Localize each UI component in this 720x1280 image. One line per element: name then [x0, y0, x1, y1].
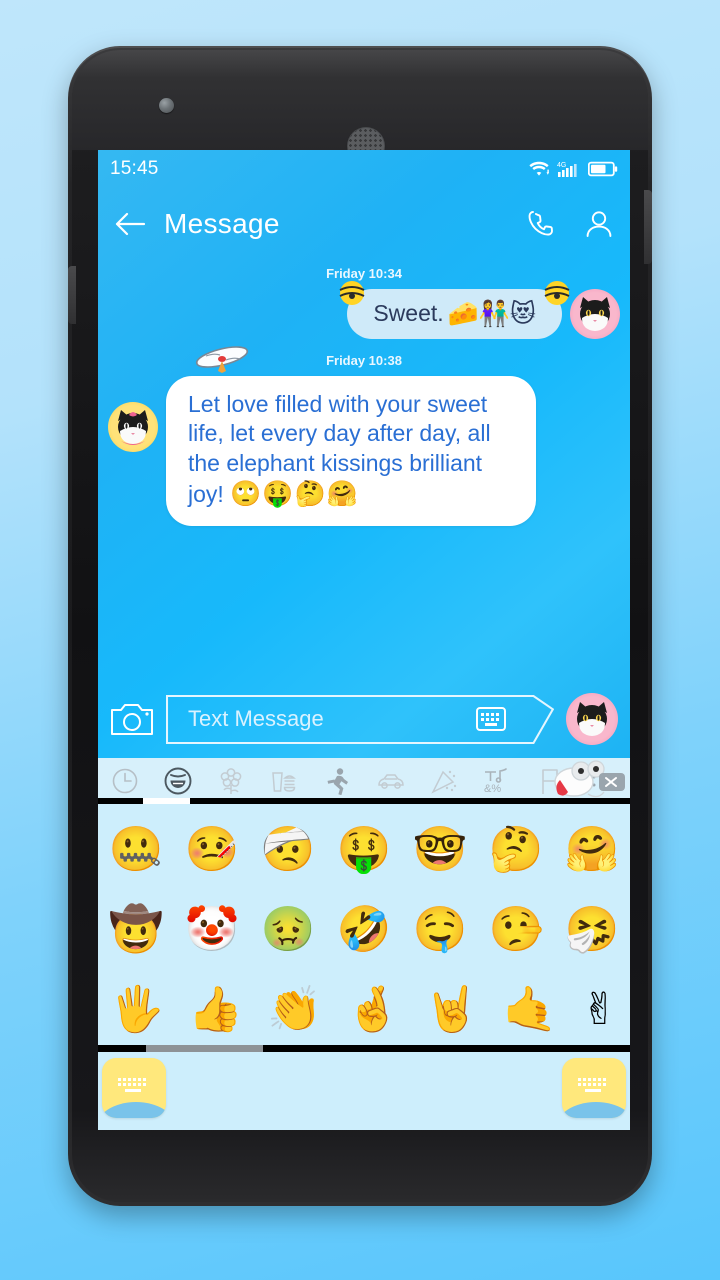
- emoji-key[interactable]: 🤧: [565, 908, 620, 952]
- emoji-key[interactable]: 👍: [188, 988, 243, 1032]
- phone-screen: 15:45 4G Message Friday 10:34 Sweet. 🧀👫😻…: [98, 150, 630, 1130]
- food-icon: [271, 772, 296, 792]
- back-arrow-icon[interactable]: [114, 211, 146, 237]
- emoji-key[interactable]: 🤑: [337, 828, 392, 872]
- emoji-row: 🖐 👍 👏 🤞 🤘 🤙 ✌: [98, 970, 630, 1050]
- emoji-key[interactable]: ✌: [581, 988, 618, 1032]
- emoji-category-tabs: &%: [98, 758, 630, 804]
- keyboard-bottom-bar: [98, 1052, 630, 1130]
- message-bubble-outgoing[interactable]: Sweet. 🧀👫😻: [339, 281, 570, 339]
- app-bar: Message: [98, 188, 630, 260]
- bell-decoration-left: [339, 281, 365, 305]
- message-emojis: 🧀👫😻: [447, 299, 536, 328]
- emoji-grid: 🤐 🤒 🤕 🤑 🤓 🤔 🤗 🤠 🤡 🤢 🤣 🤤 🤥 🤧 🖐 👍 👏 🤞 🤘 🤙 …: [98, 804, 630, 1050]
- keyboard-switch-icon: [578, 1077, 606, 1092]
- emoji-key[interactable]: 🤗: [565, 828, 620, 872]
- avatar[interactable]: [570, 289, 620, 339]
- message-composer: Text Message: [98, 680, 630, 758]
- emoji-key[interactable]: 🤔: [489, 828, 544, 872]
- symbols-icon: &%: [484, 768, 507, 795]
- keyboard-icon[interactable]: [476, 707, 506, 731]
- camera-icon[interactable]: [110, 700, 154, 738]
- emoji-key[interactable]: 🤤: [413, 908, 468, 952]
- status-bar: 15:45 4G: [98, 150, 630, 188]
- text-message-input[interactable]: Text Message: [166, 695, 554, 744]
- emoji-key[interactable]: 🤐: [109, 828, 164, 872]
- person-icon[interactable]: [584, 209, 614, 239]
- emoji-key[interactable]: 🤘: [424, 988, 479, 1032]
- message-timestamp: Friday 10:34: [326, 266, 402, 281]
- message-row-incoming: Let love filled with your sweet life, le…: [98, 346, 630, 527]
- emoji-row: 🤠 🤡 🤢 🤣 🤤 🤥 🤧: [98, 890, 630, 970]
- key-wave-decoration: [562, 1102, 626, 1118]
- key-wave-decoration: [102, 1102, 166, 1118]
- emoji-row: 🤐 🤒 🤕 🤑 🤓 🤔 🤗: [98, 810, 630, 890]
- avatar[interactable]: [108, 402, 158, 452]
- app-bar-actions: [526, 209, 614, 239]
- runner-icon: [327, 768, 349, 795]
- emoji-key[interactable]: 🤒: [185, 828, 240, 872]
- emoji-key[interactable]: 🤡: [185, 908, 240, 952]
- phone-top-bezel: [72, 50, 648, 164]
- emoji-key[interactable]: 🤞: [346, 988, 401, 1032]
- party-popper-icon: [431, 770, 457, 794]
- message-list: Friday 10:34 Sweet. 🧀👫😻 Friday 10:38 Let…: [98, 260, 630, 527]
- text-message-placeholder: Text Message: [188, 706, 324, 731]
- page-indicator-segment: [145, 1045, 263, 1052]
- emoji-key[interactable]: 🤣: [337, 908, 392, 952]
- smiley-icon: [164, 767, 192, 795]
- front-camera: [159, 98, 174, 113]
- tab-selected-indicator: [143, 798, 191, 804]
- wifi-icon: [529, 161, 550, 176]
- emoji-key[interactable]: 👏: [267, 988, 322, 1032]
- emoji-key[interactable]: 🤠: [109, 908, 164, 952]
- keyboard-switch-icon: [118, 1077, 146, 1092]
- propeller-hat-decoration: [195, 346, 249, 373]
- battery-icon: [588, 161, 618, 177]
- cat-avatar-image: [577, 702, 607, 736]
- cat-avatar-image: [580, 297, 610, 331]
- message-text: Sweet.: [373, 300, 444, 327]
- message-row-outgoing: Sweet. 🧀👫😻: [98, 281, 630, 339]
- svg-text:&%: &%: [484, 783, 501, 795]
- signal-4g-icon: 4G: [557, 162, 577, 177]
- cat-avatar-image: [118, 410, 148, 445]
- svg-text:4G: 4G: [557, 162, 566, 169]
- flower-icon: [220, 768, 242, 794]
- emoji-key[interactable]: 🤢: [261, 908, 316, 952]
- phone-device: 15:45 4G Message Friday 10:34 Sweet. 🧀👫😻…: [68, 46, 652, 1206]
- page-title: Message: [164, 208, 280, 239]
- keyboard-switch-button-left[interactable]: [102, 1058, 166, 1118]
- sticker-avatar-button[interactable]: [566, 693, 618, 745]
- emoji-page-indicator[interactable]: [98, 1045, 630, 1052]
- car-icon: [377, 774, 404, 789]
- status-icon-group: 4G: [528, 160, 618, 178]
- message-bubble-incoming[interactable]: Let love filled with your sweet life, le…: [166, 346, 536, 527]
- bell-decoration-right: [544, 281, 570, 305]
- emoji-key[interactable]: 🤓: [413, 828, 468, 872]
- status-clock: 15:45: [110, 158, 159, 179]
- phone-icon[interactable]: [526, 209, 556, 239]
- phone-body: 15:45 4G Message Friday 10:34 Sweet. 🧀👫😻…: [68, 50, 652, 1202]
- clock-icon: [112, 768, 137, 794]
- tab-indicator-bar: [98, 798, 630, 804]
- emoji-key[interactable]: 🤥: [489, 908, 544, 952]
- message-emojis: 🙄🤑🤔🤗: [230, 479, 359, 509]
- emoji-key[interactable]: 🤕: [261, 828, 316, 872]
- keyboard-switch-button-right[interactable]: [562, 1058, 626, 1118]
- volume-button[interactable]: [68, 266, 76, 324]
- message-timestamp: Friday 10:38: [326, 353, 402, 368]
- power-button[interactable]: [644, 190, 652, 264]
- emoji-key[interactable]: 🖐: [110, 988, 165, 1032]
- emoji-keyboard: &% 🤐 🤒 🤕 🤑 🤓 🤔 🤗 🤠 🤡 🤢 🤣 🤤 🤥 🤧 🖐 👍 👏 🤞 🤘…: [98, 758, 630, 1130]
- emoji-key[interactable]: 🤙: [503, 988, 558, 1032]
